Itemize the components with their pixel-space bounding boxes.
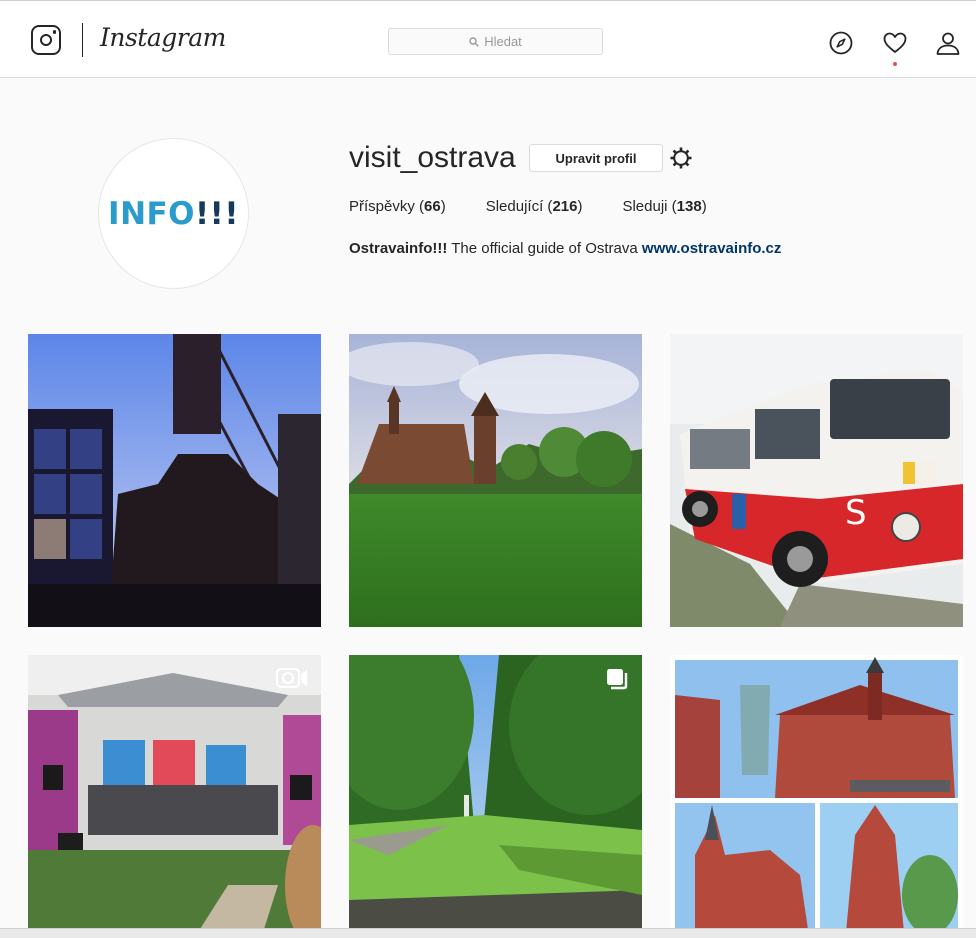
post-thumbnail[interactable] [349, 655, 642, 938]
bio-website-link[interactable]: www.ostravainfo.cz [642, 240, 781, 257]
avatar-logo-text: INFO!!! [108, 196, 239, 232]
instagram-camera-icon[interactable] [31, 25, 61, 55]
post-thumbnail[interactable] [28, 334, 321, 627]
stat-followers[interactable]: Sledující (216) [486, 198, 583, 215]
search-input[interactable]: Hledat [388, 28, 603, 55]
post-image [670, 655, 963, 938]
profile-avatar[interactable]: INFO!!! [98, 138, 249, 289]
top-navigation-bar: Instagram Hledat [0, 0, 976, 78]
profile-person-icon[interactable] [935, 30, 961, 56]
window-bottom-edge [0, 928, 976, 938]
svg-text:S: S [845, 493, 867, 533]
stat-posts-label: Příspěvky [349, 198, 415, 215]
carousel-icon [607, 669, 628, 690]
settings-gear-icon[interactable] [669, 146, 693, 170]
post-image [349, 334, 642, 627]
bio-full-name: Ostravainfo!!! [349, 240, 448, 257]
stat-posts-count: 66 [424, 198, 441, 215]
avatar-info-text: INFO [108, 195, 196, 232]
profile-bio: Ostravainfo!!! The official guide of Ost… [349, 240, 781, 257]
profile-stats: Příspěvky (66) Sledující (216) Sleduji (… [349, 198, 747, 215]
notification-dot [893, 62, 897, 66]
bio-text: The official guide of Ostrava [451, 240, 638, 257]
explore-compass-icon[interactable] [828, 30, 854, 56]
search-placeholder: Hledat [484, 34, 522, 49]
post-image [28, 334, 321, 627]
post-image [28, 655, 321, 938]
stat-followers-count: 216 [552, 198, 578, 215]
post-image: S [670, 334, 963, 627]
stat-posts: Příspěvky (66) [349, 198, 446, 215]
search-icon [469, 36, 479, 47]
avatar-exclaim-text: !!! [195, 195, 239, 232]
logo-divider [82, 23, 83, 57]
instagram-wordmark[interactable]: Instagram [100, 23, 226, 52]
stat-following-count: 138 [676, 198, 702, 215]
post-image [349, 655, 642, 938]
edit-profile-button[interactable]: Upravit profil [529, 144, 663, 172]
post-thumbnail[interactable]: S [670, 334, 963, 627]
activity-heart-icon[interactable] [882, 30, 908, 56]
stat-following[interactable]: Sleduji (138) [622, 198, 706, 215]
post-thumbnail[interactable] [28, 655, 321, 938]
video-icon [276, 668, 307, 688]
stat-followers-label: Sledující [485, 198, 544, 215]
stat-following-label: Sleduji [622, 198, 668, 215]
post-thumbnail[interactable] [670, 655, 963, 938]
post-thumbnail[interactable] [349, 334, 642, 627]
profile-username: visit_ostrava [349, 141, 516, 174]
